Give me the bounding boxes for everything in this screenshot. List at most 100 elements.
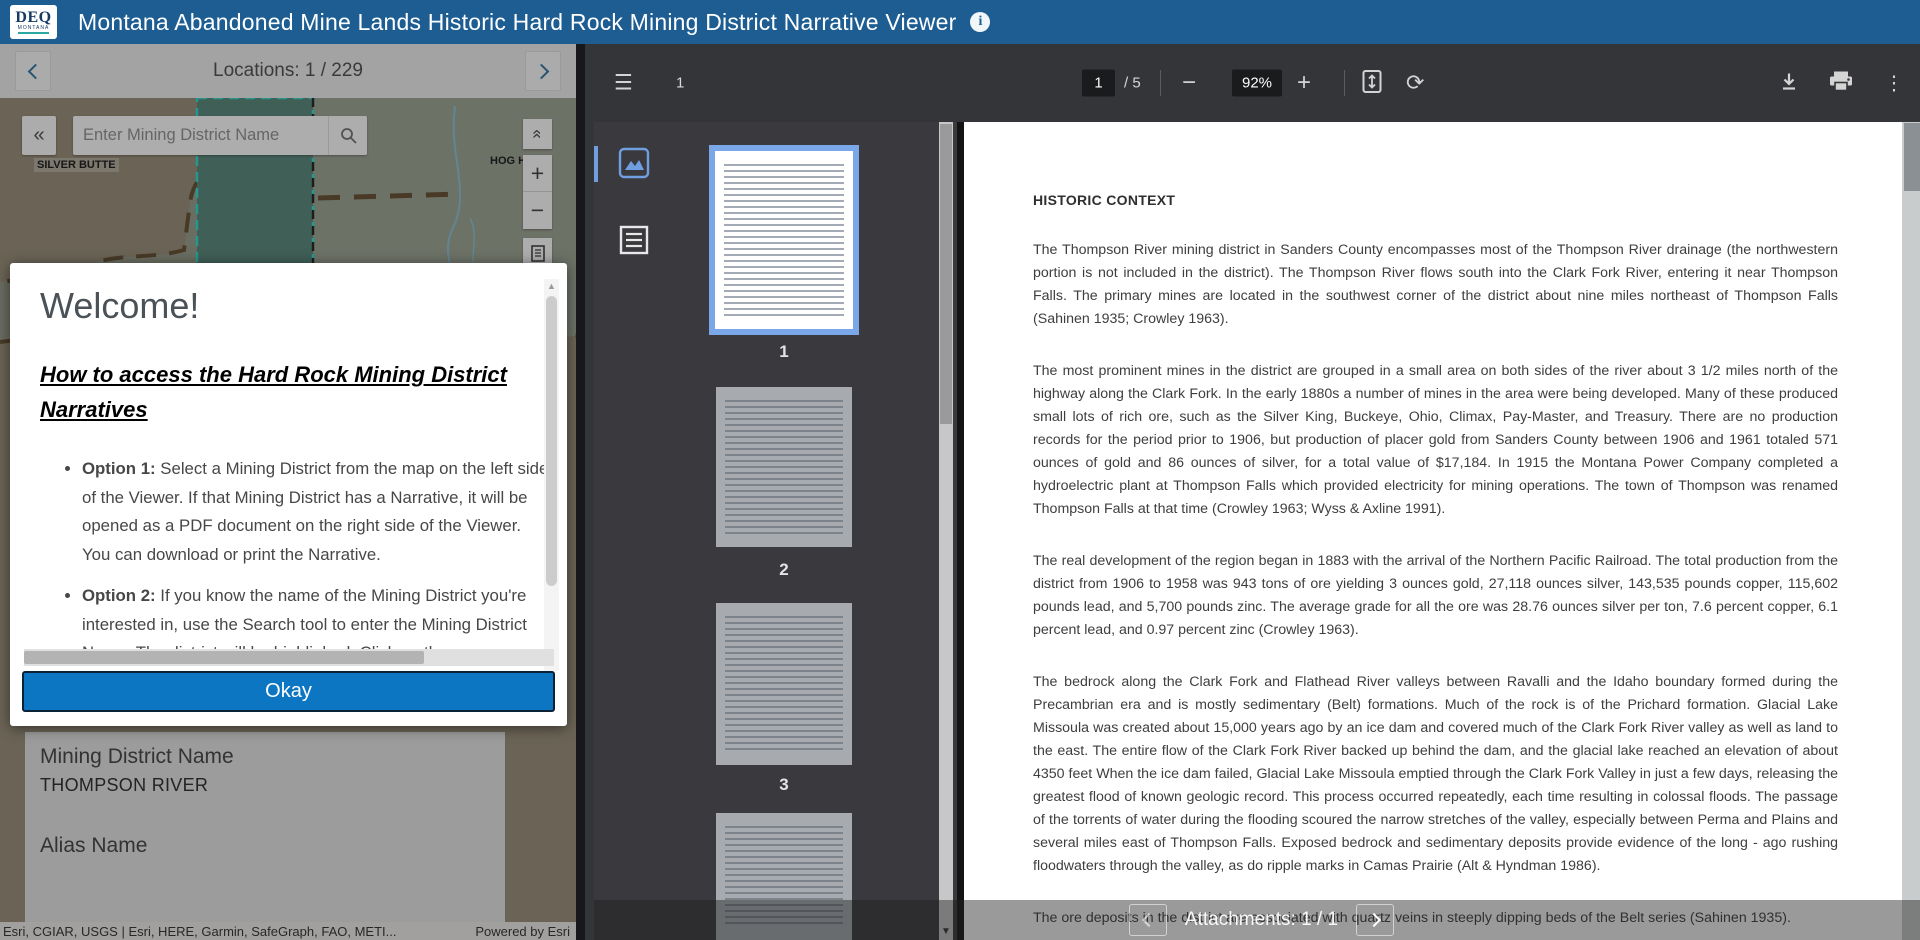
- okay-button[interactable]: Okay: [22, 671, 555, 712]
- zoom-in-button[interactable]: +: [523, 155, 552, 192]
- attachments-bar: Attachments: 1 / 1: [594, 900, 1920, 940]
- outline-view-button[interactable]: [617, 223, 651, 259]
- minus-icon: −: [531, 197, 544, 224]
- dialog-vertical-scrollbar[interactable]: ▲: [544, 279, 559, 671]
- list-icon: [618, 223, 650, 257]
- list-item: Option 1: Select a Mining District from …: [82, 455, 550, 569]
- rotate-pages-button[interactable]: ⟳: [1406, 70, 1424, 96]
- attachments-count-label: Attachments: 1 / 1: [1185, 909, 1338, 931]
- thumbnail-1-number: 1: [709, 342, 859, 362]
- zoom-out-pdf-button[interactable]: −: [1182, 69, 1196, 97]
- horizontal-scroll-thumb[interactable]: [24, 651, 424, 664]
- powered-by-esri: Powered by Esri: [475, 924, 570, 939]
- document-heading: HISTORIC CONTEXT: [1033, 192, 1838, 208]
- page-extent-icon: [531, 245, 545, 262]
- dialog-horizontal-scrollbar[interactable]: ◄: [24, 649, 554, 666]
- locations-next-button[interactable]: [525, 51, 561, 91]
- page-thumbnail-2[interactable]: [716, 387, 852, 547]
- print-button[interactable]: [1829, 71, 1853, 96]
- dialog-heading: How to access the Hard Rock Mining Distr…: [40, 357, 537, 427]
- plus-icon: +: [1297, 69, 1311, 96]
- app-header: DEQ MONTANA Montana Abandoned Mine Lands…: [0, 0, 1920, 44]
- page-thumbnail-3[interactable]: [716, 603, 852, 765]
- option-2-label: Option 2:: [82, 586, 156, 605]
- download-button[interactable]: [1779, 72, 1799, 95]
- search-input[interactable]: [73, 116, 328, 155]
- thumbnails-panel: 1 2 3 ▼: [594, 122, 957, 940]
- attribution-sources: Esri, CGIAR, USGS | Esri, HERE, Garmin, …: [3, 924, 396, 939]
- locations-count-label: Locations: 1 / 229: [213, 60, 363, 82]
- document-paragraph: The Thompson River mining district in Sa…: [1033, 239, 1838, 331]
- info-icon[interactable]: i: [970, 12, 990, 32]
- chevron-right-icon: [1366, 913, 1380, 927]
- dialog-title: Welcome!: [40, 285, 567, 327]
- sidebar-toggle-button[interactable]: ☰: [614, 71, 633, 96]
- document-paragraph: The most prominent mines in the district…: [1033, 360, 1838, 521]
- chevron-left-icon: [1142, 913, 1156, 927]
- page-count-label: / 5: [1124, 75, 1141, 92]
- chevron-left-icon: [27, 63, 43, 79]
- pdf-scrollbar[interactable]: [1902, 122, 1920, 940]
- panel-divider: [957, 122, 964, 940]
- search-button[interactable]: [328, 116, 367, 155]
- map-attribution: Esri, CGIAR, USGS | Esri, HERE, Garmin, …: [0, 922, 576, 940]
- pdf-toolbar: ☰ 1 / 5 − 92% + ⟳: [594, 44, 1920, 122]
- option-1-label: Option 1:: [82, 459, 156, 478]
- alias-name-label: Alias Name: [40, 834, 505, 858]
- thumbnail-content: [724, 163, 844, 317]
- thumbnail-content: [725, 399, 843, 535]
- collapse-up-button[interactable]: «: [523, 119, 552, 149]
- fit-page-icon: [1362, 70, 1382, 94]
- locations-bar: Locations: 1 / 229: [0, 44, 576, 98]
- thumbnails-view-button[interactable]: [617, 146, 651, 182]
- welcome-dialog: Welcome! How to access the Hard Rock Min…: [10, 263, 567, 726]
- district-name-value: THOMPSON RIVER: [40, 775, 505, 796]
- double-chevron-up-icon: «: [528, 129, 548, 138]
- fit-page-button[interactable]: [1362, 70, 1382, 97]
- pdf-viewer: ☰ 1 / 5 − 92% + ⟳: [576, 44, 1920, 940]
- search-widget: [73, 116, 367, 155]
- vertical-scroll-thumb[interactable]: [546, 296, 557, 586]
- active-view-indicator: [594, 146, 598, 182]
- document-paragraph: The bedrock along the Clark Fork and Fla…: [1033, 671, 1838, 878]
- map-controls: « + −: [523, 119, 552, 268]
- thumbnail-3-number: 3: [709, 775, 859, 795]
- attachment-prev-button[interactable]: [1129, 904, 1167, 936]
- document-index-label: 1: [676, 75, 684, 92]
- attachment-next-button[interactable]: [1356, 904, 1394, 936]
- thumbnail-content: [725, 615, 843, 753]
- zoom-out-button[interactable]: −: [523, 192, 552, 229]
- thumbnails-scrollbar[interactable]: ▼: [939, 122, 953, 940]
- search-collapse-button[interactable]: «: [22, 116, 56, 155]
- dialog-instructions-list: Option 1: Select a Mining District from …: [10, 455, 550, 668]
- pdf-scroll-thumb[interactable]: [1904, 123, 1920, 191]
- hamburger-menu-icon: ☰: [614, 72, 633, 95]
- locations-prev-button[interactable]: [15, 51, 51, 91]
- thumbnails-scroll-thumb[interactable]: [940, 124, 952, 424]
- image-icon: [618, 146, 650, 180]
- document-paragraph: The real development of the region began…: [1033, 550, 1838, 642]
- pdf-page: HISTORIC CONTEXT The Thompson River mini…: [964, 122, 1902, 940]
- rotate-icon: ⟳: [1406, 70, 1424, 95]
- page-thumbnail-1[interactable]: [709, 145, 859, 335]
- chevron-right-icon: [533, 63, 549, 79]
- toolbar-divider: [1344, 70, 1345, 96]
- deq-logo: DEQ MONTANA: [10, 5, 57, 39]
- minus-icon: −: [1182, 69, 1196, 96]
- print-icon: [1829, 71, 1853, 93]
- map-label-silver-butte: SILVER BUTTE: [34, 158, 119, 172]
- feature-info-panel: Mining District Name THOMPSON RIVER Alia…: [25, 732, 505, 922]
- more-options-button[interactable]: ⋮: [1884, 71, 1904, 96]
- app-root: DEQ MONTANA Montana Abandoned Mine Lands…: [0, 0, 1920, 940]
- scroll-up-icon[interactable]: ▲: [544, 279, 559, 293]
- zoom-level-value[interactable]: 92%: [1232, 70, 1282, 97]
- district-name-label: Mining District Name: [40, 745, 505, 769]
- map-panel: Locations: 1 / 229: [0, 44, 576, 940]
- kebab-menu-icon: ⋮: [1884, 73, 1904, 95]
- page-number-input[interactable]: [1082, 70, 1115, 97]
- pdf-body: 1 2 3 ▼ HISTORIC CONTEXT The Thompson Ri…: [594, 122, 1920, 940]
- toolbar-divider: [1160, 70, 1161, 96]
- zoom-in-pdf-button[interactable]: +: [1297, 69, 1311, 97]
- plus-icon: +: [531, 160, 544, 187]
- search-icon: [340, 127, 357, 144]
